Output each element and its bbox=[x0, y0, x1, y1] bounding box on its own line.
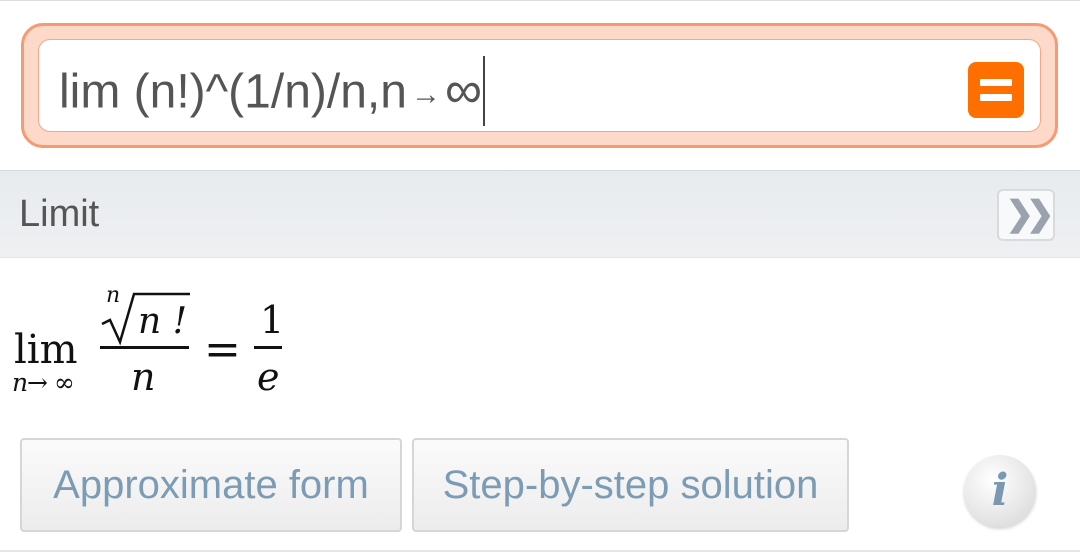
compute-button[interactable] bbox=[968, 62, 1024, 118]
lim-subscript-infinity: ∞ bbox=[54, 368, 75, 397]
numerator-factorial: n ! bbox=[138, 301, 188, 342]
lim-subscript-arrow: → bbox=[27, 368, 48, 397]
lim-subscript-var: n bbox=[12, 368, 29, 397]
equals-icon-bottom bbox=[980, 94, 1012, 101]
text-caret bbox=[483, 56, 486, 126]
query-input-frame: lim (n!)^(1/n)/n,n →∞ bbox=[21, 23, 1058, 148]
query-infinity: ∞ bbox=[444, 61, 483, 120]
pod-title: Limit bbox=[19, 193, 100, 235]
approximate-form-button[interactable]: Approximate form bbox=[20, 438, 402, 532]
pod-header: Limit ❯❯ bbox=[0, 170, 1080, 258]
rhs-fraction-bar bbox=[254, 346, 282, 349]
fraction-bar bbox=[100, 346, 189, 349]
rhs-denominator: e bbox=[257, 355, 280, 399]
equals-icon-top bbox=[980, 79, 1012, 86]
denominator: n bbox=[131, 355, 156, 399]
query-main: lim (n!)^(1/n)/n,n bbox=[59, 65, 407, 119]
query-arrow: → bbox=[410, 77, 441, 111]
expand-pod-button[interactable]: ❯❯ bbox=[997, 189, 1055, 241]
query-input[interactable]: lim (n!)^(1/n)/n,n →∞ bbox=[38, 39, 1041, 132]
equals-sign: = bbox=[204, 324, 241, 375]
step-by-step-button[interactable]: Step-by-step solution bbox=[412, 438, 849, 532]
lim-text: lim bbox=[14, 327, 78, 373]
result-formula: lim n → ∞ n n ! n = 1 e bbox=[0, 258, 1080, 438]
divider bbox=[0, 550, 1080, 552]
rhs-numerator: 1 bbox=[260, 298, 285, 342]
query-text[interactable]: lim (n!)^(1/n)/n,n →∞ bbox=[59, 56, 486, 130]
query-area: lim (n!)^(1/n)/n,n →∞ bbox=[0, 0, 1080, 170]
info-icon[interactable]: i bbox=[964, 455, 1036, 527]
double-chevron-right-icon: ❯❯ bbox=[1005, 195, 1055, 233]
